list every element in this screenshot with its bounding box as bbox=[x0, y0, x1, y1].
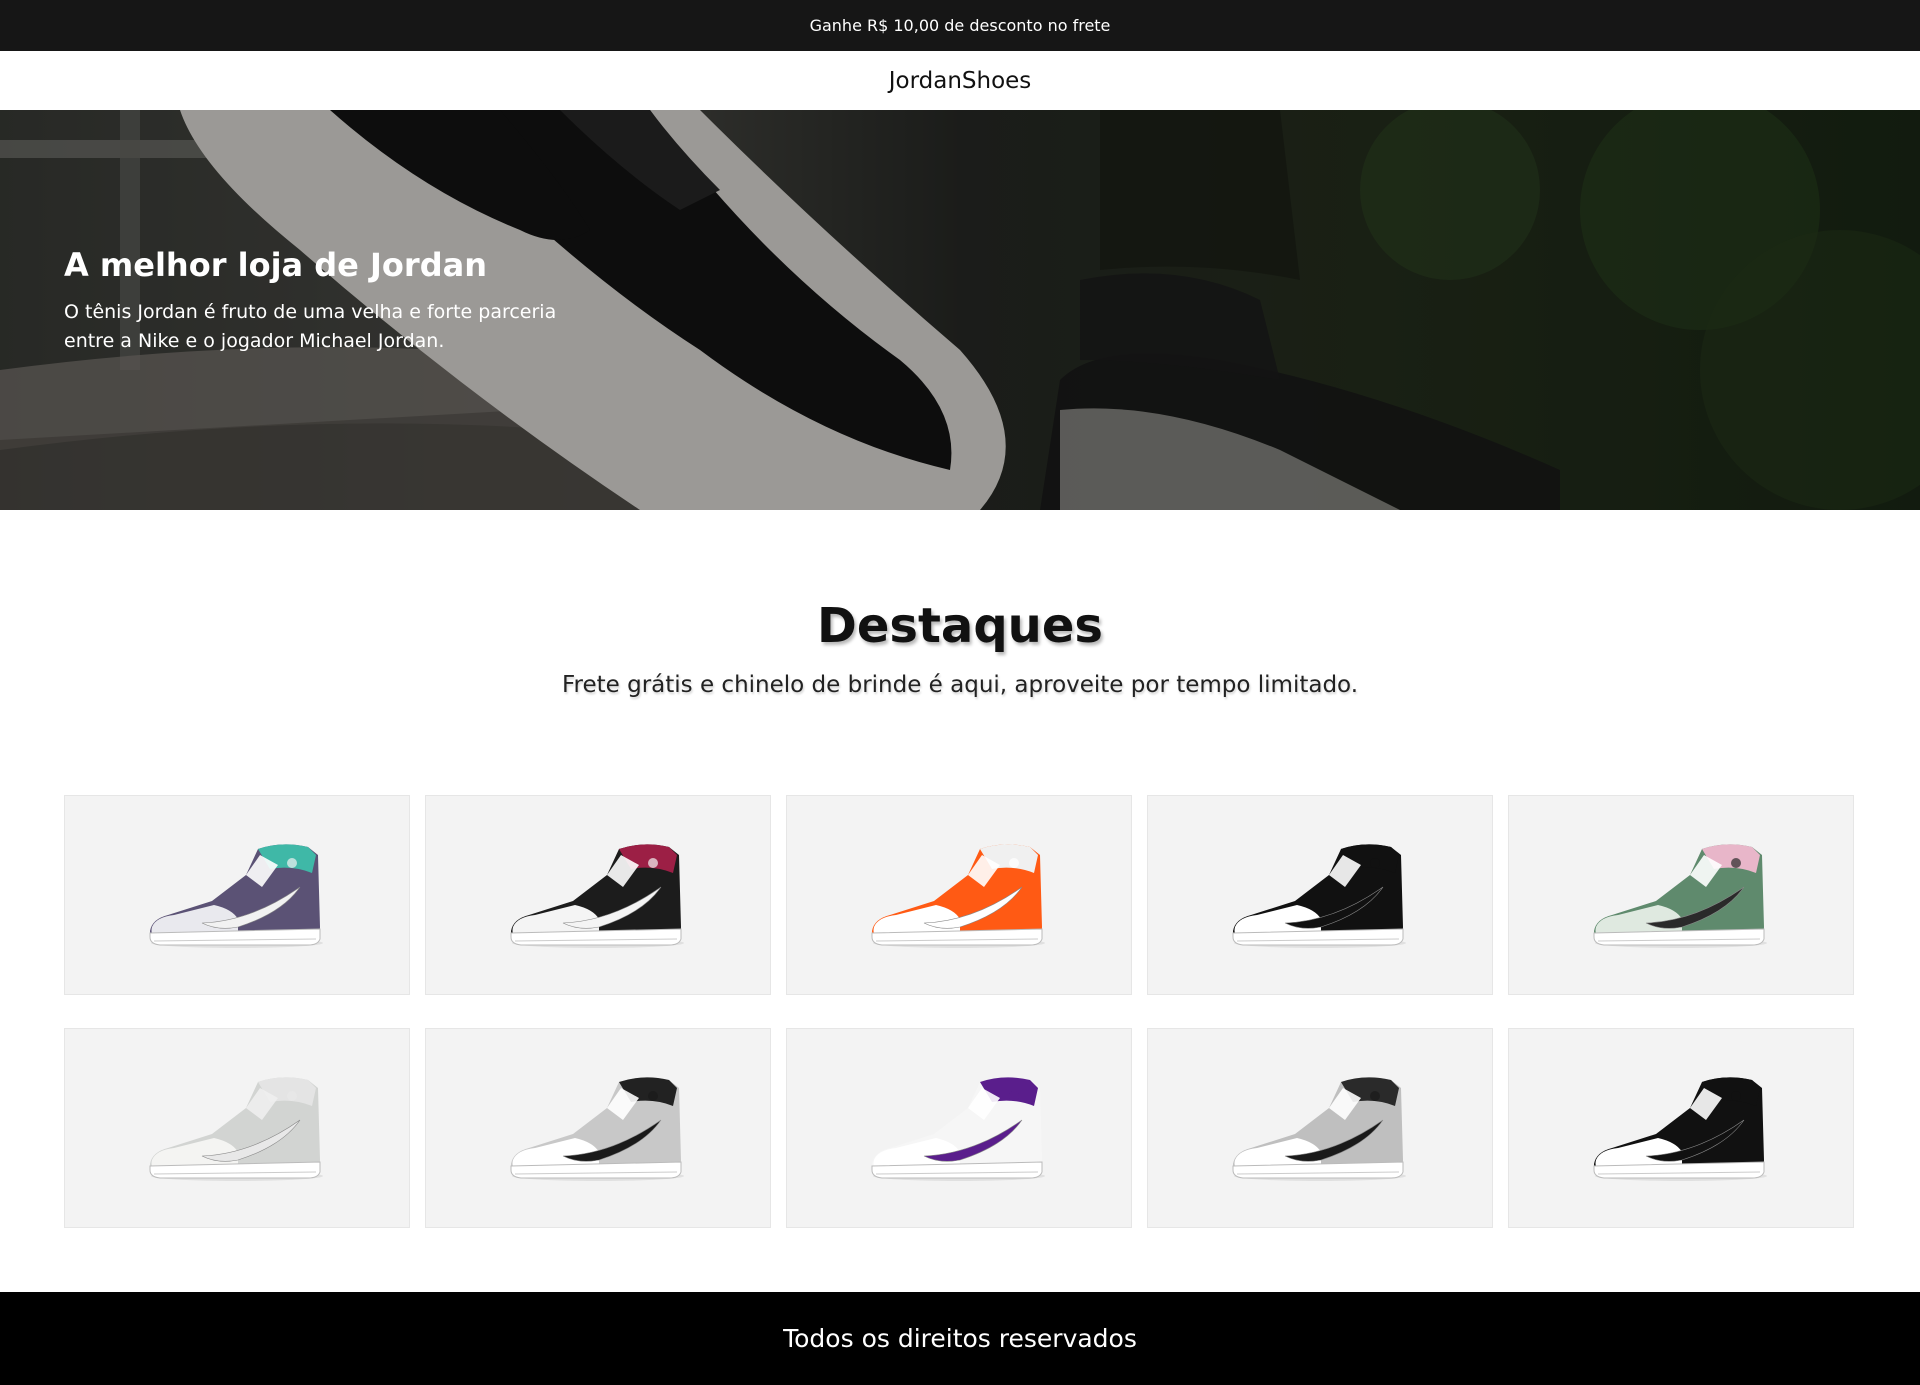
sneaker-black-white-image bbox=[1232, 844, 1406, 948]
product-card[interactable] bbox=[64, 795, 410, 995]
sneaker-black-crimson-image bbox=[510, 844, 684, 948]
product-card[interactable] bbox=[1508, 795, 1854, 995]
sneaker-white-purple-image bbox=[871, 1077, 1045, 1181]
hero-text: A melhor loja de Jordan O tênis Jordan é… bbox=[64, 246, 584, 356]
brand-logo[interactable]: JordanShoes bbox=[889, 68, 1032, 94]
sneaker-orange-white-image bbox=[871, 844, 1045, 948]
product-grid bbox=[64, 795, 1856, 1228]
product-card[interactable] bbox=[64, 1028, 410, 1228]
featured-section: Destaques Frete grátis e chinelo de brin… bbox=[0, 510, 1920, 698]
sneaker-green-white-image bbox=[1593, 844, 1767, 948]
hero-title: A melhor loja de Jordan bbox=[64, 246, 487, 284]
product-card[interactable] bbox=[786, 1028, 1132, 1228]
announcement-text: Ganhe R$ 10,00 de desconto no frete bbox=[809, 16, 1111, 35]
product-card[interactable] bbox=[425, 795, 771, 995]
hero-banner: A melhor loja de Jordan O tênis Jordan é… bbox=[0, 110, 1920, 510]
product-card[interactable] bbox=[1147, 795, 1493, 995]
product-card[interactable] bbox=[786, 795, 1132, 995]
product-card[interactable] bbox=[1508, 1028, 1854, 1228]
featured-title: Destaques bbox=[817, 598, 1103, 654]
sneaker-grey-black-image bbox=[510, 1077, 684, 1181]
sneaker-grey-black-2-image bbox=[1232, 1077, 1406, 1181]
footer-text: Todos os direitos reservados bbox=[783, 1324, 1137, 1353]
announcement-bar: Ganhe R$ 10,00 de desconto no frete bbox=[0, 0, 1920, 51]
site-header: JordanShoes bbox=[0, 51, 1920, 110]
product-card[interactable] bbox=[1147, 1028, 1493, 1228]
hero-subtitle: O tênis Jordan é fruto de uma velha e fo… bbox=[64, 301, 557, 352]
site-footer: Todos os direitos reservados bbox=[0, 1292, 1920, 1385]
featured-subtitle: Frete grátis e chinelo de brinde é aqui,… bbox=[561, 672, 1359, 698]
product-card[interactable] bbox=[425, 1028, 771, 1228]
sneaker-black-white-2-image bbox=[1593, 1077, 1767, 1181]
sneaker-purple-teal-image bbox=[149, 844, 323, 948]
sneaker-white-grey-image bbox=[149, 1077, 323, 1181]
